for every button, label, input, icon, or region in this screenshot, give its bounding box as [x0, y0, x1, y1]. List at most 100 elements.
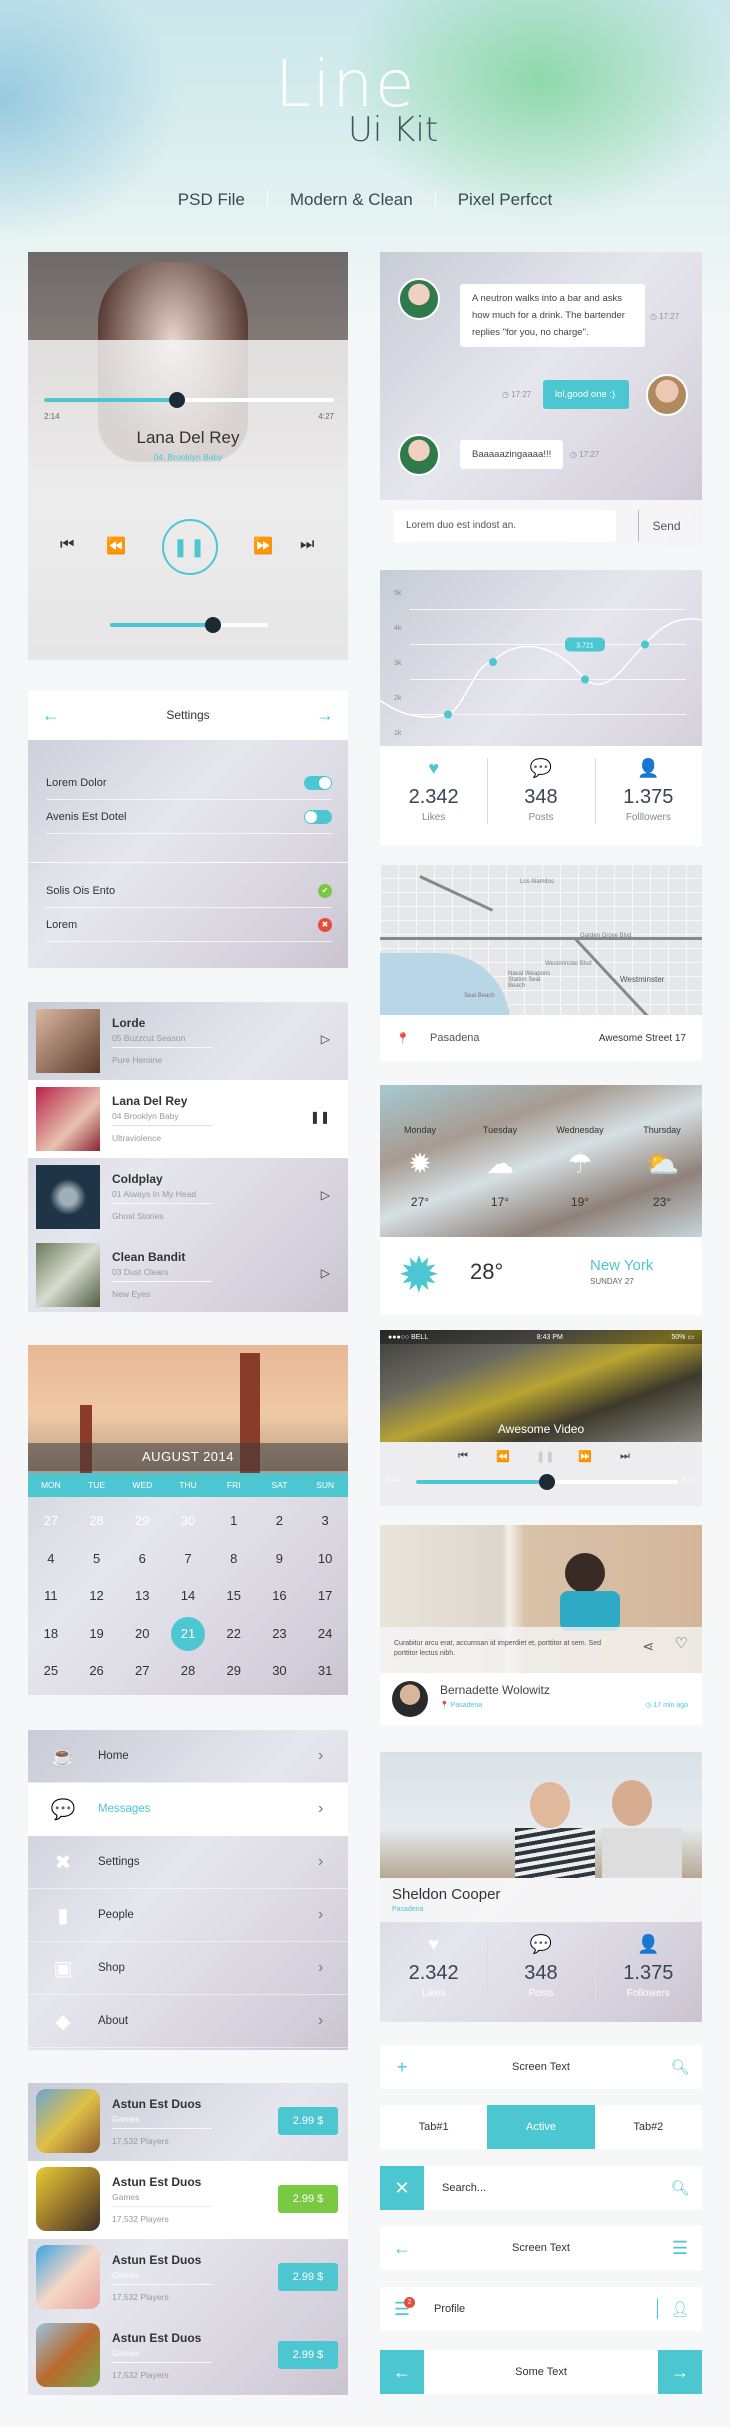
calendar-day[interactable]: 18 [28, 1620, 74, 1656]
calendar-day[interactable]: 20 [119, 1620, 165, 1656]
calendar-day[interactable]: 8 [211, 1545, 257, 1581]
tab-active[interactable]: Active [487, 2105, 595, 2149]
price-button[interactable]: 2.99 $ [278, 2341, 338, 2369]
play-icon[interactable]: ▷ [321, 1188, 330, 1202]
calendar-day[interactable]: 28 [74, 1507, 120, 1543]
calendar-day[interactable]: 31 [302, 1657, 348, 1693]
pause-button[interactable]: ❚❚ [162, 519, 218, 575]
fast-forward-icon[interactable]: ⏩ [253, 536, 273, 556]
message-input[interactable]: Lorem duo est indost an. [394, 510, 616, 542]
calendar-day[interactable]: 13 [119, 1582, 165, 1618]
list-item[interactable]: Lorde 05 Buzzcut Season Pure Heroine ▷ [28, 1002, 348, 1080]
list-item[interactable]: Astun Est Duos Games 17,532 Players 2.99 $ [28, 2317, 348, 2395]
skip-next-icon[interactable]: ⏭ [300, 536, 314, 554]
pause-icon[interactable]: ❚❚ [536, 1450, 554, 1463]
calendar-day[interactable]: 6 [119, 1545, 165, 1581]
menu-item-messages[interactable]: 💬 Messages › [28, 1783, 348, 1836]
toggle-switch[interactable] [304, 775, 332, 790]
price-button[interactable]: 2.99 $ [278, 2263, 338, 2291]
track-progress-slider[interactable] [44, 392, 334, 408]
fast-forward-icon[interactable]: ⏩ [578, 1450, 592, 1463]
calendar-day[interactable]: 25 [28, 1657, 74, 1693]
calendar-day[interactable]: 1 [211, 1507, 257, 1543]
calendar-day[interactable]: 2 [257, 1507, 303, 1543]
calendar-day[interactable]: 27 [28, 1507, 74, 1543]
price-button[interactable]: 2.99 $ [278, 2185, 338, 2213]
share-icon[interactable]: ⋖ [642, 1639, 654, 1653]
data-point[interactable] [444, 710, 452, 719]
search-icon[interactable]: 🔍︎ [658, 2179, 702, 2197]
list-item[interactable]: Astun Est Duos Games 17,532 Players 2.99 $ [28, 2239, 348, 2317]
list-item[interactable]: Lana Del Rey 04 Brooklyn Baby Ultraviole… [28, 1080, 348, 1158]
toggle-switch[interactable] [304, 809, 332, 824]
menu-item-people[interactable]: ▮ People › [28, 1889, 348, 1942]
calendar-day[interactable]: 28 [165, 1657, 211, 1693]
play-icon[interactable]: ▷ [321, 1266, 330, 1280]
calendar-day[interactable]: 22 [211, 1620, 257, 1656]
price-button[interactable]: 2.99 $ [278, 2107, 338, 2135]
calendar-day[interactable]: 4 [28, 1545, 74, 1581]
calendar-day[interactable]: 30 [165, 1507, 211, 1543]
menu-item-about[interactable]: ◆ About › [28, 1995, 348, 2048]
calendar-day[interactable]: 11 [28, 1582, 74, 1618]
map-view[interactable]: Westminster Seal Beach Naval Weapons Sta… [380, 865, 702, 1028]
list-item[interactable]: Clean Bandit 03 Dust Clears New Eyes ▷ [28, 1236, 348, 1312]
forward-arrow-icon[interactable]: → [316, 705, 334, 726]
heart-outline-icon[interactable]: ♡ [675, 1636, 688, 1651]
back-arrow-icon[interactable]: ← [380, 2350, 424, 2394]
calendar-day[interactable]: 14 [165, 1582, 211, 1618]
menu-item-home[interactable]: ☕ Home › [28, 1730, 348, 1783]
calendar-day[interactable]: 12 [74, 1582, 120, 1618]
tab-2[interactable]: Tab#2 [595, 2105, 702, 2149]
calendar-day[interactable]: 21 [165, 1616, 211, 1656]
search-input[interactable]: Search... [424, 2182, 658, 2194]
menu-item-shop[interactable]: ▣ Shop › [28, 1942, 348, 1995]
hamburger-menu-icon[interactable]: ☰ [658, 2238, 702, 2259]
back-arrow-icon[interactable]: ← [42, 705, 60, 726]
data-point[interactable] [581, 675, 589, 684]
rewind-icon[interactable]: ⏪ [496, 1450, 510, 1463]
pause-icon[interactable]: ❚❚ [310, 1110, 330, 1124]
calendar-day[interactable]: 16 [257, 1582, 303, 1618]
volume-knob[interactable] [204, 617, 221, 633]
list-item[interactable]: Astun Est Duos Games 17,532 Players 2.99 $ [28, 2083, 348, 2161]
back-arrow-icon[interactable]: ← [380, 2238, 424, 2259]
calendar-day[interactable]: 7 [165, 1545, 211, 1581]
calendar-day[interactable]: 29 [211, 1657, 257, 1693]
menu-item-settings[interactable]: ✖ Settings › [28, 1836, 348, 1889]
calendar-day[interactable]: 3 [302, 1507, 348, 1543]
calendar-day[interactable]: 17 [302, 1582, 348, 1618]
calendar-day[interactable]: 19 [74, 1620, 120, 1656]
plus-icon[interactable]: + [380, 2057, 424, 2078]
skip-next-icon[interactable]: ⏭ [620, 1450, 630, 1463]
send-button[interactable]: Send [638, 510, 694, 542]
data-point[interactable] [489, 658, 497, 666]
calendar-day[interactable]: 26 [74, 1657, 120, 1693]
calendar-day[interactable]: 10 [302, 1545, 348, 1581]
data-point[interactable] [641, 640, 649, 649]
tab-1[interactable]: Tab#1 [380, 2105, 487, 2149]
forward-arrow-icon[interactable]: → [658, 2350, 702, 2394]
rewind-icon[interactable]: ⏪ [106, 536, 126, 556]
calendar-day[interactable]: 23 [257, 1620, 303, 1656]
volume-slider[interactable] [110, 617, 268, 633]
hamburger-menu-icon[interactable]: ☰ 2 [380, 2296, 424, 2320]
calendar-day[interactable]: 24 [302, 1620, 348, 1656]
video-progress-slider[interactable] [416, 1474, 678, 1490]
calendar-day[interactable]: 5 [74, 1545, 120, 1581]
search-icon[interactable]: 🔍︎ [658, 2058, 702, 2076]
skip-previous-icon[interactable]: ⏮ [458, 1450, 468, 1463]
calendar-day[interactable]: 15 [211, 1582, 257, 1618]
list-item[interactable]: Coldplay 01 Always In My Head Ghost Stor… [28, 1158, 348, 1236]
calendar-day[interactable]: 30 [257, 1657, 303, 1693]
calendar-day[interactable]: 9 [257, 1545, 303, 1581]
calendar-day[interactable]: 29 [119, 1507, 165, 1543]
calendar-day[interactable]: 27 [119, 1657, 165, 1693]
user-outline-icon[interactable]: 👤︎ [658, 2300, 702, 2318]
list-item[interactable]: Astun Est Duos Games 17,532 Players 2.99 $ [28, 2161, 348, 2239]
close-icon[interactable]: ✕ [380, 2166, 424, 2210]
progress-knob[interactable] [539, 1474, 555, 1490]
play-icon[interactable]: ▷ [321, 1032, 330, 1046]
skip-previous-icon[interactable]: ⏮ [60, 536, 74, 554]
selected-day[interactable]: 21 [170, 1616, 205, 1651]
